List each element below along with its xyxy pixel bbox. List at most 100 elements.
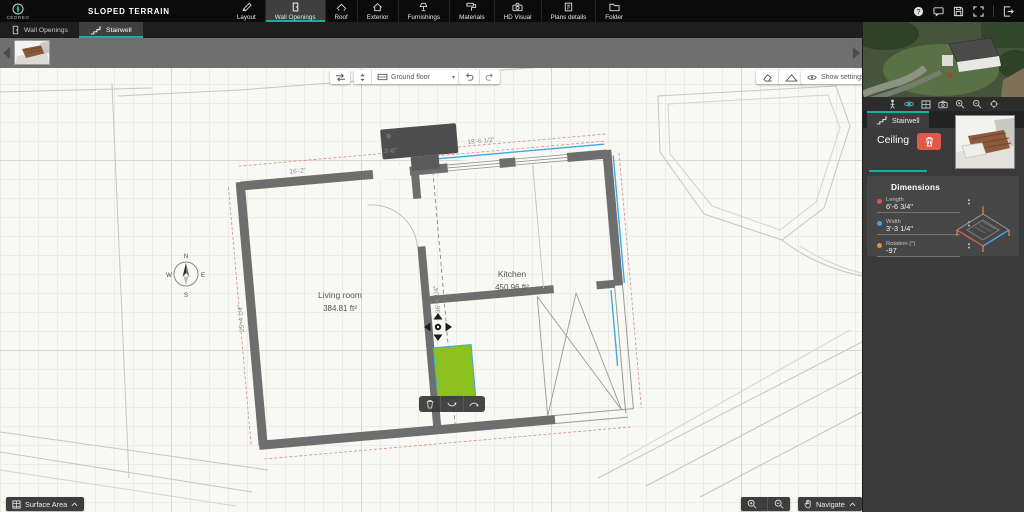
chevron-left-icon	[3, 47, 10, 59]
rotation-field[interactable]: Rotation (°) -97 ▲▼	[877, 240, 960, 257]
house-icon	[372, 2, 383, 12]
room-name: Kitchen	[498, 269, 527, 279]
tab-folder[interactable]: Folder	[595, 0, 632, 22]
rotate-object-button[interactable]	[463, 396, 485, 412]
door-icon	[290, 2, 301, 12]
tab-layout[interactable]: Layout	[228, 0, 265, 22]
stairwell-object[interactable]	[433, 345, 475, 400]
navigate-button[interactable]: Navigate	[798, 497, 862, 511]
dim-label: 16'-2"	[289, 167, 307, 175]
tool-subtabs: Wall Openings Stairwell	[0, 22, 862, 38]
length-field[interactable]: Length 6'-6 3/4" ▲▼	[877, 196, 960, 213]
subtab-stairwell[interactable]: Stairwell	[79, 22, 143, 38]
stairwell-preview-image	[956, 116, 1014, 168]
pencil-icon	[241, 2, 252, 12]
main-tabs: Layout Wall Openings Roof Exterior Furni…	[228, 0, 632, 22]
strip-scroll-right[interactable]	[850, 38, 862, 68]
paint-roller-icon	[466, 2, 477, 12]
compass-n: N	[184, 254, 188, 260]
draw-tools	[756, 70, 803, 84]
table-icon	[12, 500, 21, 509]
flip-arc-icon	[447, 401, 457, 408]
dim-label: 25'-4 1/4"	[237, 304, 246, 333]
catalog-strip	[0, 38, 862, 68]
tab-roof[interactable]: Roof	[325, 0, 357, 22]
width-field[interactable]: Width 3'-3 1/4" ▲▼	[877, 218, 960, 235]
fullscreen-icon[interactable]	[973, 6, 984, 17]
cedreo-logo-icon	[12, 3, 24, 15]
window-actions: ?	[913, 0, 1024, 22]
chat-icon[interactable]	[933, 6, 944, 17]
tab-materials[interactable]: Materials	[449, 0, 494, 22]
eye-icon	[807, 74, 817, 81]
compass: N S W E	[166, 254, 205, 299]
redo-icon	[485, 73, 495, 81]
orbit-view-icon[interactable]	[904, 99, 914, 109]
dimensions-card: Dimensions Length 6'-6 3/4" ▲▼ Width 3'-…	[867, 176, 1019, 256]
folder-icon	[609, 2, 620, 12]
zoom-out-button[interactable]	[767, 497, 790, 511]
zoom-in-icon	[747, 499, 757, 509]
dim-label: 18'-6 1/2"	[467, 137, 496, 146]
floor-stepper[interactable]	[354, 70, 371, 84]
active-tab-indicator	[869, 170, 927, 172]
length-color-dot	[877, 199, 882, 204]
room-name: Living room	[318, 290, 362, 300]
zoom-in-icon[interactable]	[955, 99, 965, 109]
rotation-value[interactable]: -97	[886, 247, 960, 255]
topbar-divider	[993, 5, 994, 17]
measure-tool-button[interactable]	[778, 70, 803, 84]
zoom-controls	[741, 497, 790, 511]
document-icon	[563, 2, 574, 12]
width-value[interactable]: 3'-3 1/4"	[886, 225, 960, 233]
wall-opening[interactable]	[372, 165, 410, 180]
zoom-in-button[interactable]	[741, 497, 763, 511]
panel-tab-stairwell[interactable]: Stairwell	[867, 111, 929, 128]
help-icon[interactable]: ?	[913, 6, 924, 17]
exit-icon[interactable]	[1003, 6, 1014, 17]
cedreo-logo[interactable]: CEDREO	[0, 0, 36, 22]
top-bar: CEDREO SLOPED TERRAIN Layout Wall Openin…	[0, 0, 1024, 22]
chevron-up-icon	[849, 502, 856, 507]
tab-wall-openings[interactable]: Wall Openings	[265, 0, 325, 22]
stairwell-preview-thumbnail[interactable]	[955, 115, 1015, 169]
navigate-label: Navigate	[816, 500, 845, 509]
tab-furnishings[interactable]: Furnishings	[398, 0, 450, 22]
recenter-target-icon[interactable]	[989, 99, 999, 109]
stairwell-catalog-item[interactable]	[14, 40, 50, 65]
tab-hd-visual[interactable]: HD Visual	[494, 0, 541, 22]
floor-dropdown[interactable]: Ground floor ▾	[371, 70, 460, 84]
zoom-out-icon[interactable]	[972, 99, 982, 109]
save-icon[interactable]	[953, 6, 964, 17]
door-icon	[11, 25, 20, 35]
snapshot-camera-icon[interactable]	[938, 100, 948, 109]
compass-w: W	[166, 273, 172, 279]
eraser-tool-button[interactable]	[756, 70, 778, 84]
walkthrough-person-icon[interactable]	[888, 99, 897, 109]
3d-preview[interactable]	[863, 22, 1024, 97]
length-value[interactable]: 6'-6 3/4"	[886, 203, 960, 211]
tab-plans-details[interactable]: Plans details	[541, 0, 596, 22]
undo-button[interactable]	[459, 70, 479, 84]
plan-view-icon[interactable]	[921, 100, 931, 109]
floor-plan-drawing: 16'-2" 18'-6 1/2" 3'-6" 25'-4 1/4" 36'-4…	[0, 68, 862, 512]
compass-e: E	[201, 273, 205, 279]
redo-button[interactable]	[479, 70, 500, 84]
tab-exterior[interactable]: Exterior	[357, 0, 398, 22]
strip-scroll-left[interactable]	[0, 38, 12, 68]
floor-icon	[377, 73, 388, 81]
flip-horizontal-button[interactable]	[440, 396, 462, 412]
camera-icon	[512, 2, 523, 12]
floor-selector-value: Ground floor	[391, 74, 430, 81]
compare-plans-button[interactable]	[330, 70, 350, 84]
trash-icon	[426, 399, 434, 409]
delete-object-button[interactable]	[419, 396, 440, 412]
subtab-wall-openings[interactable]: Wall Openings	[0, 22, 79, 38]
surface-area-button[interactable]: Surface Area	[6, 497, 84, 511]
eraser-icon	[762, 73, 773, 82]
preview-toolbar	[863, 97, 1024, 111]
delete-stairwell-button[interactable]	[917, 133, 941, 150]
chevron-right-icon	[853, 47, 860, 59]
floor-selector[interactable]: Ground floor ▾	[354, 70, 460, 84]
chevron-down-icon: ▾	[452, 74, 455, 81]
